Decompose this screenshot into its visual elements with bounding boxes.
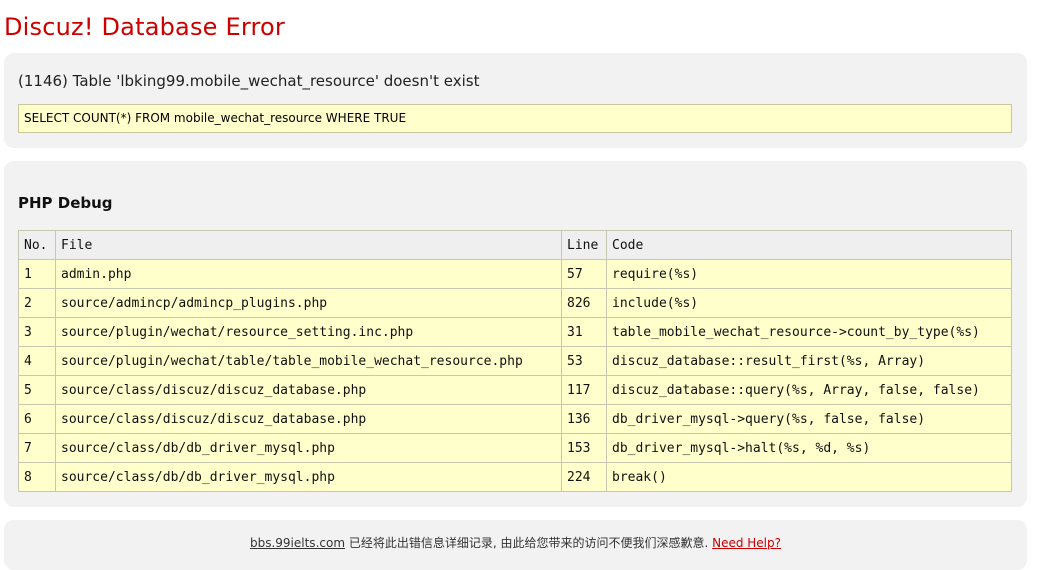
cell-line: 57 <box>561 259 607 289</box>
column-header-file: File <box>55 230 562 260</box>
page-title: Discuz! Database Error <box>4 13 285 41</box>
cell-no: 1 <box>18 259 56 289</box>
table-row: 5 source/class/discuz/discuz_database.ph… <box>18 375 1012 405</box>
cell-line: 153 <box>561 433 607 463</box>
error-panel: (1146) Table 'lbking99.mobile_wechat_res… <box>4 53 1027 148</box>
footer-panel: bbs.99ielts.com 已经将此出错信息详细记录, 由此给您带来的访问不… <box>4 520 1027 570</box>
cell-file: source/plugin/wechat/table/table_mobile_… <box>55 346 562 376</box>
php-debug-panel: PHP Debug No. File Line Code 1 admin.php… <box>4 161 1027 507</box>
cell-code: table_mobile_wechat_resource->count_by_t… <box>606 317 1012 347</box>
table-row: 8 source/class/db/db_driver_mysql.php 22… <box>18 462 1012 492</box>
cell-no: 6 <box>18 404 56 434</box>
footer-notice: bbs.99ielts.com 已经将此出错信息详细记录, 由此给您带来的访问不… <box>4 534 1027 552</box>
cell-file: source/class/db/db_driver_mysql.php <box>55 462 562 492</box>
site-link[interactable]: bbs.99ielts.com <box>250 536 345 550</box>
cell-no: 5 <box>18 375 56 405</box>
table-row: 2 source/admincp/admincp_plugins.php 826… <box>18 288 1012 318</box>
cell-file: source/class/db/db_driver_mysql.php <box>55 433 562 463</box>
cell-no: 2 <box>18 288 56 318</box>
cell-no: 4 <box>18 346 56 376</box>
php-debug-heading: PHP Debug <box>18 194 113 212</box>
cell-line: 53 <box>561 346 607 376</box>
cell-line: 136 <box>561 404 607 434</box>
cell-code: db_driver_mysql->halt(%s, %d, %s) <box>606 433 1012 463</box>
cell-code: require(%s) <box>606 259 1012 289</box>
cell-code: discuz_database::result_first(%s, Array) <box>606 346 1012 376</box>
cell-line: 117 <box>561 375 607 405</box>
sql-query-box: SELECT COUNT(*) FROM mobile_wechat_resou… <box>18 104 1012 133</box>
cell-file: admin.php <box>55 259 562 289</box>
table-row: 1 admin.php 57 require(%s) <box>18 259 1012 289</box>
cell-code: db_driver_mysql->query(%s, false, false) <box>606 404 1012 434</box>
cell-line: 31 <box>561 317 607 347</box>
table-row: 7 source/class/db/db_driver_mysql.php 15… <box>18 433 1012 463</box>
cell-line: 826 <box>561 288 607 318</box>
cell-code: discuz_database::query(%s, Array, false,… <box>606 375 1012 405</box>
table-row: 6 source/class/discuz/discuz_database.ph… <box>18 404 1012 434</box>
footer-message: 已经将此出错信息详细记录, 由此给您带来的访问不便我们深感歉意. <box>345 536 713 550</box>
column-header-line: Line <box>561 230 607 260</box>
table-header-row: No. File Line Code <box>18 230 1012 260</box>
error-message: (1146) Table 'lbking99.mobile_wechat_res… <box>18 72 480 90</box>
cell-file: source/class/discuz/discuz_database.php <box>55 375 562 405</box>
cell-file: source/plugin/wechat/resource_setting.in… <box>55 317 562 347</box>
need-help-link[interactable]: Need Help? <box>712 536 781 550</box>
cell-code: include(%s) <box>606 288 1012 318</box>
cell-no: 7 <box>18 433 56 463</box>
debug-trace-table: No. File Line Code 1 admin.php 57 requir… <box>18 230 1012 492</box>
table-row: 3 source/plugin/wechat/resource_setting.… <box>18 317 1012 347</box>
table-row: 4 source/plugin/wechat/table/table_mobil… <box>18 346 1012 376</box>
cell-no: 3 <box>18 317 56 347</box>
cell-code: break() <box>606 462 1012 492</box>
column-header-code: Code <box>606 230 1012 260</box>
cell-file: source/admincp/admincp_plugins.php <box>55 288 562 318</box>
cell-file: source/class/discuz/discuz_database.php <box>55 404 562 434</box>
cell-no: 8 <box>18 462 56 492</box>
cell-line: 224 <box>561 462 607 492</box>
column-header-no: No. <box>18 230 56 260</box>
